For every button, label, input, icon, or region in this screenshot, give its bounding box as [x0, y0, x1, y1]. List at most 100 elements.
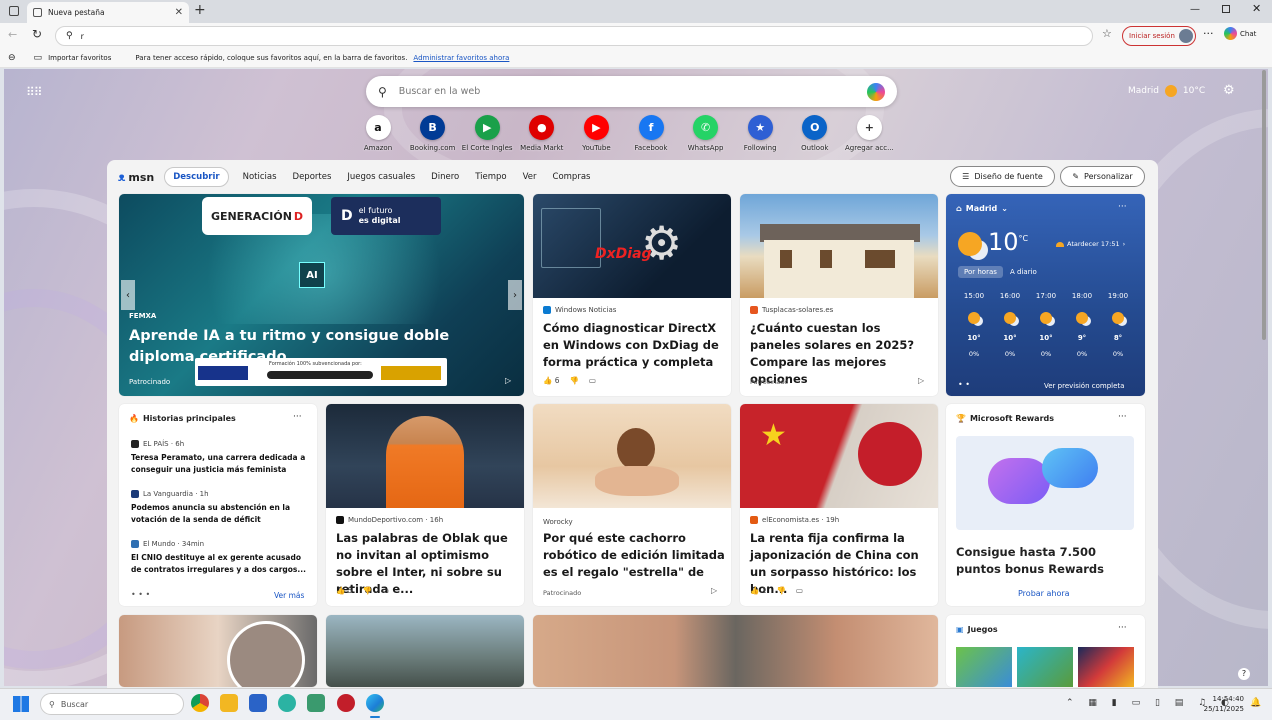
- clock[interactable]: 14:54:40 25/11/2025: [1200, 694, 1244, 714]
- import-favorites-link[interactable]: Importar favoritos: [48, 54, 111, 62]
- quick-link-0[interactable]: a Amazon: [351, 115, 405, 152]
- edge-icon[interactable]: [366, 694, 384, 712]
- game-thumb[interactable]: [956, 647, 1012, 687]
- manage-favorites-link[interactable]: Administrar favoritos ahora: [413, 54, 509, 62]
- more-icon[interactable]: ···: [1118, 623, 1127, 633]
- like-icon[interactable]: 👍 1: [750, 586, 767, 595]
- story-item[interactable]: La Vanguardia · 1h Podemos anuncia su abs…: [131, 490, 309, 526]
- tab-dinero[interactable]: Dinero: [423, 172, 467, 182]
- comment-icon[interactable]: ▭: [382, 586, 389, 595]
- quick-link-8[interactable]: O Outlook: [788, 115, 842, 152]
- favorite-star-icon[interactable]: ☆: [1102, 27, 1112, 40]
- story-item[interactable]: El Mundo · 34min El CNIO destituye al ex …: [131, 540, 309, 576]
- tab-noticias[interactable]: Noticias: [235, 172, 285, 182]
- tab-tiempo[interactable]: Tiempo: [467, 172, 514, 182]
- tab-actions-icon[interactable]: [9, 6, 19, 16]
- notepad-icon[interactable]: [307, 694, 325, 712]
- window-close-icon[interactable]: ✕: [1252, 2, 1261, 15]
- try-now-link[interactable]: Probar ahora: [1018, 589, 1070, 598]
- quick-link-5[interactable]: f Facebook: [624, 115, 678, 152]
- full-forecast-link[interactable]: Ver previsión completa: [1044, 382, 1124, 390]
- weather-card[interactable]: ⌂ Madrid ⌄ ··· 10°C Atardecer 17:51 › Por h…: [946, 194, 1145, 396]
- rewards-title[interactable]: Consigue hasta 7.500 puntos bonus Reward…: [956, 544, 1136, 578]
- quick-link-3[interactable]: ● Media Markt: [515, 115, 569, 152]
- chrome-icon[interactable]: [191, 694, 209, 712]
- games-card[interactable]: ▣ Juegos ···: [946, 615, 1145, 687]
- dislike-icon[interactable]: 👎: [363, 586, 372, 595]
- chevron-right-icon[interactable]: ›: [508, 280, 522, 310]
- news-card-oblak[interactable]: MundoDeportivo.com · 16h Las palabras de…: [326, 404, 524, 606]
- quick-link-7[interactable]: ★ Following: [733, 115, 787, 152]
- news-card-ships[interactable]: [326, 615, 524, 687]
- see-more-link[interactable]: Ver más: [274, 591, 304, 600]
- settings-gear-icon[interactable]: ⚙: [1223, 83, 1235, 98]
- collections-icon[interactable]: ⊖: [8, 53, 16, 63]
- app-icon[interactable]: [337, 694, 355, 712]
- signin-button[interactable]: Iniciar sesión: [1122, 26, 1196, 46]
- like-icon[interactable]: 👍 5: [336, 586, 353, 595]
- like-icon[interactable]: 👍 6: [543, 376, 560, 385]
- more-icon[interactable]: ···: [1118, 202, 1127, 212]
- help-icon[interactable]: ?: [1238, 668, 1250, 680]
- news-card-closeup[interactable]: [533, 615, 938, 687]
- more-icon[interactable]: ···: [293, 412, 302, 422]
- quick-link-4[interactable]: ▶ YouTube: [569, 115, 623, 152]
- quick-link-2[interactable]: ▶ El Corte Ingles: [460, 115, 514, 152]
- back-icon[interactable]: ←: [8, 28, 17, 41]
- maximize-icon[interactable]: [1222, 5, 1230, 13]
- tab-deportes[interactable]: Deportes: [285, 172, 340, 182]
- news-card-puppy[interactable]: Worocky Por qué este cachorro robótico d…: [533, 404, 731, 606]
- more-icon[interactable]: ···: [1118, 412, 1127, 422]
- windows-start-icon[interactable]: [13, 696, 29, 712]
- new-tab-button[interactable]: +: [194, 2, 206, 18]
- header-weather[interactable]: Madrid 10°C: [1128, 85, 1205, 97]
- rewards-card[interactable]: 🏆 Microsoft Rewards ··· Consigue hasta 7.…: [946, 404, 1145, 606]
- apps-launcher-icon[interactable]: ⠿⠿: [26, 85, 43, 99]
- font-design-button[interactable]: ☰ Diseño de fuente: [950, 166, 1055, 187]
- hero-card[interactable]: AI GENERACIÓN D D el futuro es digital ‹ ›…: [119, 194, 524, 396]
- dislike-icon[interactable]: 👎: [777, 586, 786, 595]
- quick-link-6[interactable]: ✆ WhatsApp: [679, 115, 733, 152]
- address-bar[interactable]: ⚲ r: [55, 26, 1093, 46]
- news-card-people[interactable]: [119, 615, 317, 687]
- tab-ver[interactable]: Ver: [515, 172, 545, 182]
- comment-icon[interactable]: ▭: [796, 586, 803, 595]
- quick-link-9[interactable]: + Agregar acc...: [842, 115, 896, 152]
- store-icon[interactable]: [249, 694, 267, 712]
- taskbar-search[interactable]: ⚲ Buscar: [40, 693, 184, 715]
- tab-hourly[interactable]: Por horas: [958, 266, 1003, 278]
- comment-icon[interactable]: ▭: [589, 376, 596, 385]
- tab-daily[interactable]: A diario: [1010, 268, 1037, 276]
- game-thumb[interactable]: [1078, 647, 1134, 687]
- refresh-icon[interactable]: ↻: [32, 27, 42, 41]
- game-thumb[interactable]: [1017, 647, 1073, 687]
- more-icon[interactable]: ···: [1203, 27, 1214, 40]
- chevron-left-icon[interactable]: ‹: [121, 280, 135, 310]
- scrollbar[interactable]: [1262, 70, 1266, 340]
- minimize-icon[interactable]: —: [1190, 4, 1200, 15]
- card-title[interactable]: Por qué este cachorro robótico de edició…: [543, 530, 725, 582]
- tab-descubrir[interactable]: Descubrir: [164, 167, 229, 187]
- msn-logo[interactable]: ᴥ msn: [118, 170, 154, 184]
- chat-button[interactable]: Chat: [1224, 27, 1256, 40]
- news-card-dxdiag[interactable]: ⚙ DxDiag Windows Noticias Cómo diagnosti…: [533, 194, 731, 396]
- tab-juegos-casuales[interactable]: Juegos casuales: [339, 172, 423, 182]
- personalize-button[interactable]: ✎ Personalizar: [1060, 166, 1145, 187]
- news-card-china[interactable]: ★ elEconomista.es · 19h La renta fija co…: [740, 404, 938, 606]
- tab-compras[interactable]: Compras: [545, 172, 599, 182]
- notification-bell-icon[interactable]: 🔔: [1250, 698, 1261, 708]
- dislike-icon[interactable]: 👎: [570, 376, 579, 385]
- play-icon[interactable]: ▷: [918, 376, 924, 385]
- quick-link-1[interactable]: B Booking.com: [406, 115, 460, 152]
- card-title[interactable]: Cómo diagnosticar DirectX en Windows con…: [543, 320, 723, 371]
- play-icon[interactable]: ▷: [505, 376, 511, 385]
- tab-new-tab[interactable]: Nueva pestaña ✕: [27, 2, 189, 23]
- search-input[interactable]: Buscar en la web: [399, 86, 855, 97]
- copilot-icon[interactable]: [867, 82, 885, 101]
- close-icon[interactable]: ✕: [175, 7, 183, 18]
- web-search-box[interactable]: ⚲ Buscar en la web: [366, 76, 897, 107]
- teams-icon[interactable]: [278, 694, 296, 712]
- story-item[interactable]: EL PAÍS · 6h Teresa Peramato, una carrera…: [131, 440, 309, 476]
- news-card-solar[interactable]: Tusplacas-solares.es ¿Cuánto cuestan los…: [740, 194, 938, 396]
- weather-location[interactable]: ⌂ Madrid ⌄: [956, 204, 1008, 213]
